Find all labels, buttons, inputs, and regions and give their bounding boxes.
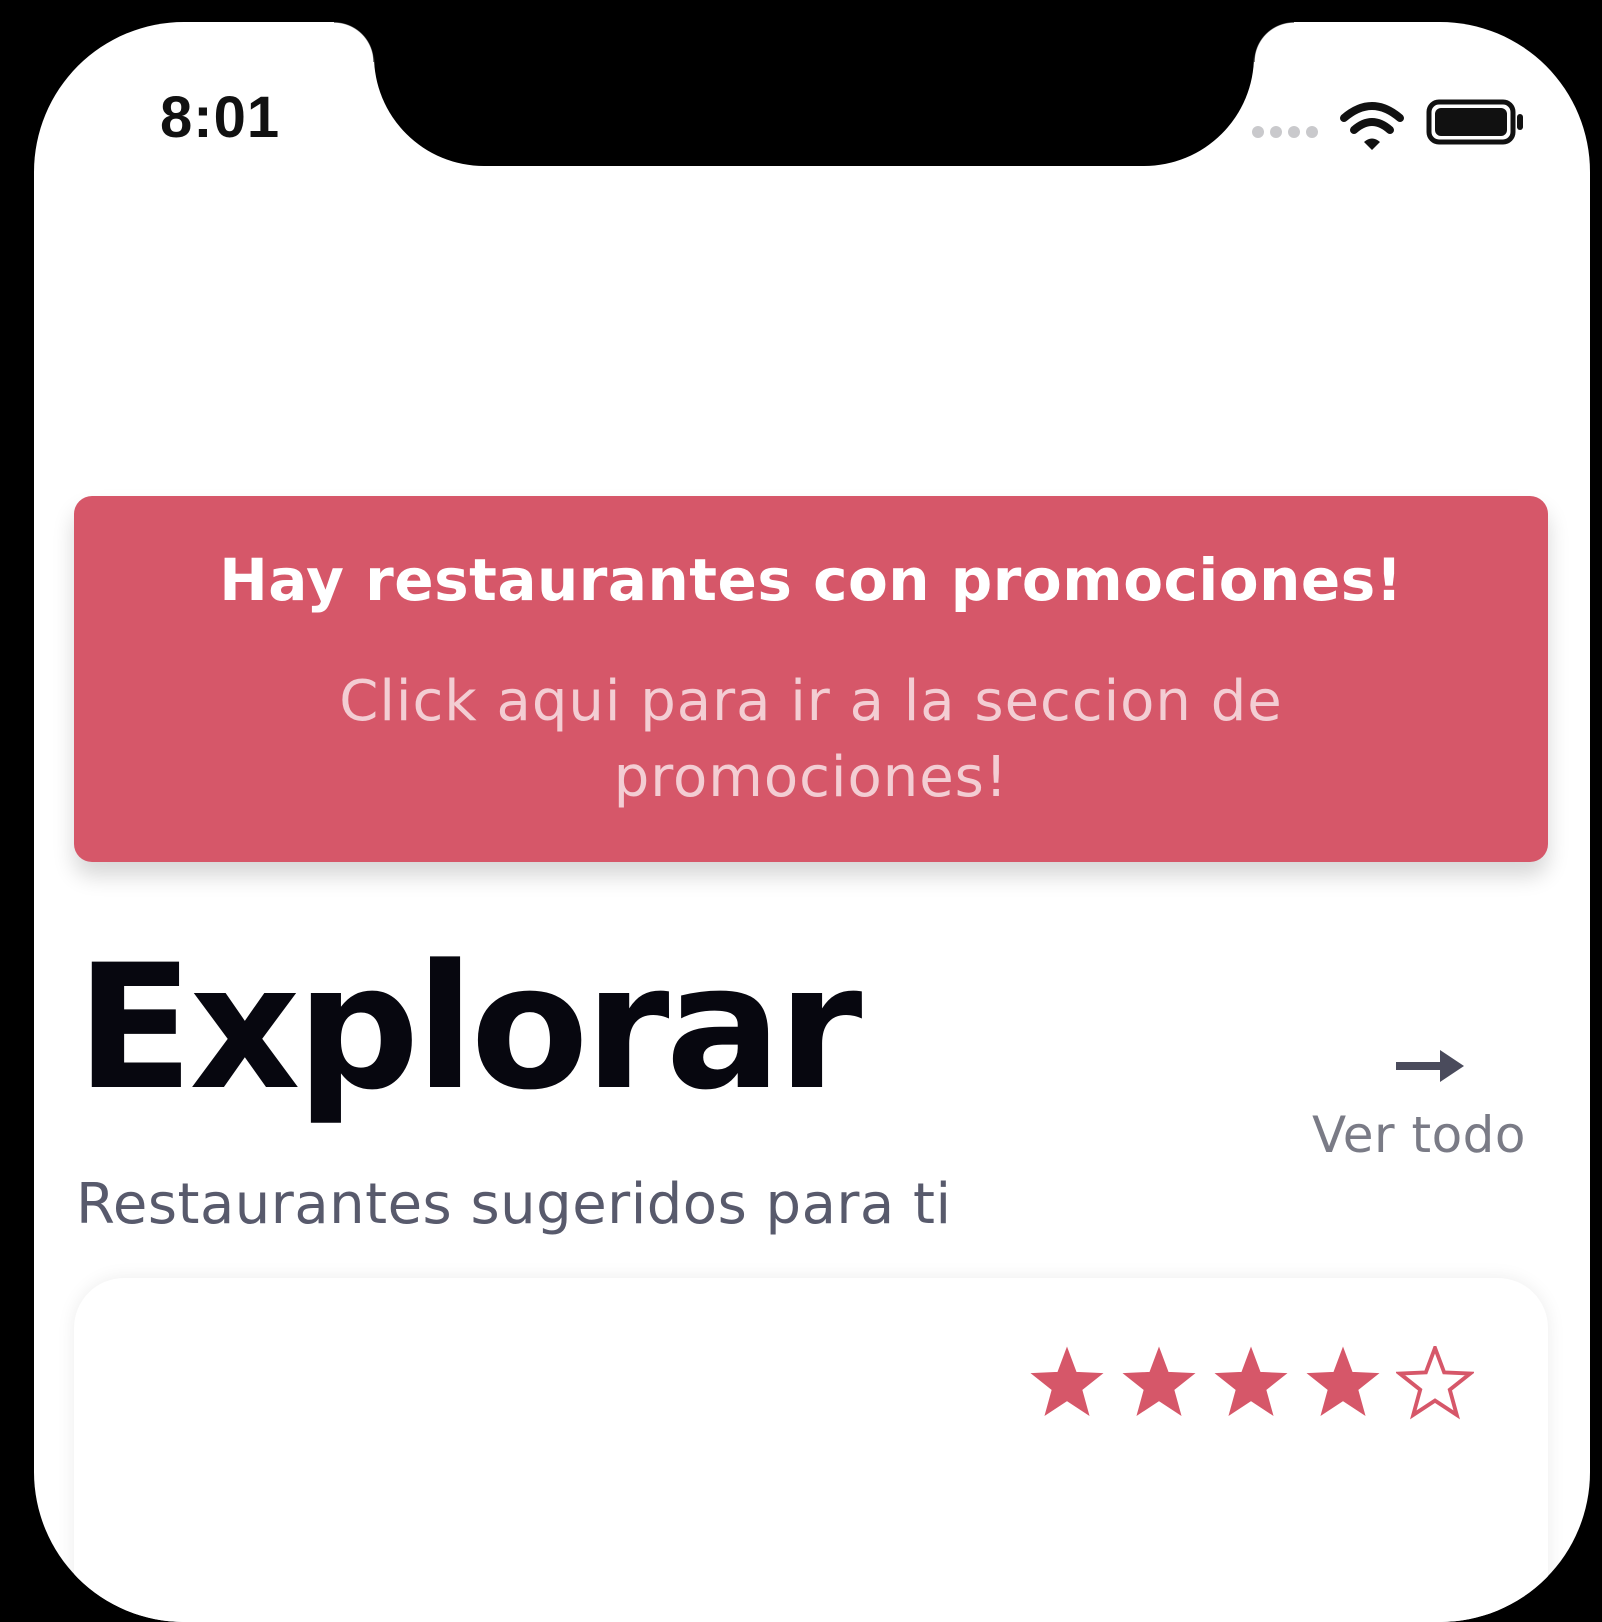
star-empty-icon: [1396, 1346, 1474, 1420]
promotions-banner[interactable]: Hay restaurantes con promociones! Click …: [74, 496, 1548, 862]
promo-subtitle: Click aqui para ir a la seccion de promo…: [339, 669, 1283, 810]
phone-screen: 8:01 Hay restaurantes con promociones! C…: [34, 22, 1590, 1622]
battery-icon: [1426, 99, 1523, 145]
promo-title: Hay restaurantes con promociones!: [219, 546, 1403, 614]
section-subtitle: Restaurantes sugeridos para ti: [76, 1172, 952, 1237]
see-all-label: Ver todo: [1311, 1106, 1526, 1164]
page-title: Explorar: [76, 927, 862, 1128]
see-all-button[interactable]: Ver todo: [1284, 1036, 1554, 1176]
star-filled-icon: [1122, 1346, 1196, 1417]
cellular-signal-icon: [1252, 126, 1318, 138]
star-rating: [1028, 1346, 1474, 1422]
star-filled-icon: [1214, 1346, 1288, 1417]
star-filled-icon: [1306, 1346, 1380, 1417]
status-time: 8:01: [160, 85, 281, 150]
restaurant-card[interactable]: [74, 1278, 1548, 1622]
notch: [334, 22, 1294, 166]
wifi-icon: [1340, 102, 1404, 150]
star-filled-icon: [1030, 1346, 1104, 1417]
arrow-right-icon: [1396, 1050, 1464, 1082]
